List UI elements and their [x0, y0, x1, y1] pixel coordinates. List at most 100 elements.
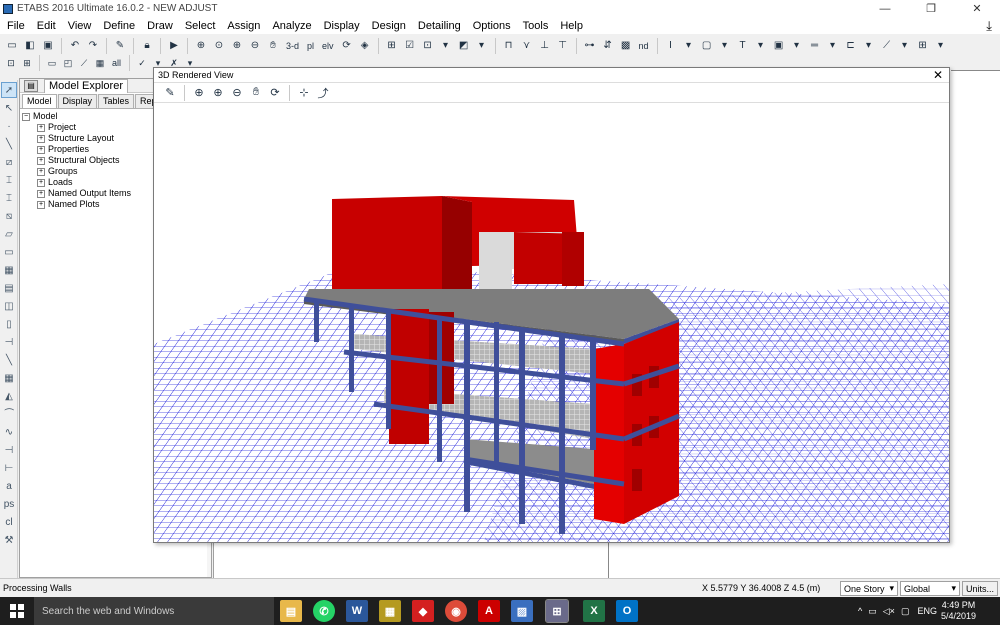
menu-display[interactable]: Display	[319, 20, 367, 32]
volume-icon[interactable]: ◁×	[883, 606, 895, 617]
get-previous-icon[interactable]: ✓	[135, 57, 149, 70]
fly-icon[interactable]: ⤴	[315, 85, 331, 101]
brace-icon[interactable]: ⋎	[519, 38, 535, 54]
select-poly-icon[interactable]: ◰	[61, 57, 75, 70]
new-model-icon[interactable]: ▭	[4, 38, 20, 54]
draw-dimension-icon[interactable]: ⏜	[1, 406, 17, 422]
menu-view[interactable]: View	[63, 20, 99, 32]
zoom-in-icon[interactable]: ⊕	[229, 38, 245, 54]
coord-system-select[interactable]: Global ▾	[900, 581, 960, 596]
pan-icon[interactable]: ✋︎	[265, 38, 281, 54]
frame-icon[interactable]: ⊓	[501, 38, 517, 54]
message-icon[interactable]: ▢	[901, 606, 910, 617]
select-previous-icon[interactable]: ps	[1, 496, 17, 512]
forces-icon[interactable]: ⇵	[600, 38, 616, 54]
check-icon[interactable]: ☑	[402, 38, 418, 54]
expand-icon[interactable]: +	[37, 200, 45, 209]
menu-draw[interactable]: Draw	[142, 20, 180, 32]
dropdown-arrow-icon[interactable]: ▾	[438, 38, 454, 54]
story-select[interactable]: One Story ▾	[840, 581, 898, 596]
windows-start-icon[interactable]	[0, 597, 34, 625]
select-pointer-icon[interactable]: ⊡	[4, 57, 18, 70]
photos-icon[interactable]: ▨	[511, 600, 533, 622]
menu-file[interactable]: File	[2, 20, 32, 32]
tab-tables[interactable]: Tables	[98, 94, 135, 108]
acrobat-icon[interactable]: A	[478, 600, 500, 622]
select-intersect-icon[interactable]: ⟋	[77, 57, 91, 70]
taskbar-search-input[interactable]: Search the web and Windows	[34, 597, 274, 625]
maximize-button[interactable]: ❐	[908, 0, 954, 17]
sketchup-icon[interactable]: ◆	[412, 600, 434, 622]
dropdown-arrow-icon[interactable]: ▾	[933, 38, 949, 54]
beam-icon[interactable]: ⊤	[555, 38, 571, 54]
draw-ramp-icon[interactable]: ▯	[1, 316, 17, 332]
menu-design[interactable]: Design	[367, 20, 413, 32]
menu-help[interactable]: Help	[555, 20, 590, 32]
joint-icon[interactable]: ·	[1, 118, 17, 134]
collapse-icon[interactable]: −	[22, 112, 30, 121]
close-button[interactable]: ✕	[954, 0, 1000, 17]
node-label[interactable]: nd	[636, 38, 652, 54]
draw-slab-icon[interactable]: ▢	[699, 38, 715, 54]
zoom-previous-icon[interactable]: ⊙	[211, 38, 227, 54]
draw-wall-icon[interactable]: T	[735, 38, 751, 54]
draw-design-strip-icon[interactable]: ⊢	[1, 460, 17, 476]
whatsapp-icon[interactable]: ✆	[313, 600, 335, 622]
expand-icon[interactable]: +	[37, 189, 45, 198]
draw-section-icon[interactable]: ⊏	[843, 38, 859, 54]
quick-brace-icon[interactable]: ⧅	[1, 208, 17, 224]
pencil-icon[interactable]: ✎	[162, 85, 178, 101]
redo-icon[interactable]: ↷	[85, 38, 101, 54]
elevation-view-button[interactable]: elv	[319, 38, 337, 54]
chrome-icon[interactable]: ◉	[445, 600, 467, 622]
etabs-taskbar-icon[interactable]: ⊞	[545, 599, 569, 623]
select-plan-icon[interactable]: ▦	[93, 57, 107, 70]
rotate-icon[interactable]: ⟳	[339, 38, 355, 54]
lock-icon[interactable]: 🔒︎	[139, 38, 155, 54]
tab-model[interactable]: Model	[22, 94, 57, 108]
quick-area-icon[interactable]: ▦	[1, 262, 17, 278]
dropdown-arrow-icon[interactable]: ▾	[789, 38, 805, 54]
draw-section-cut-icon[interactable]: ⊣	[1, 442, 17, 458]
draw-grid-icon[interactable]: ▦	[1, 370, 17, 386]
expand-icon[interactable]: +	[37, 167, 45, 176]
quick-line-icon[interactable]: ⧄	[1, 154, 17, 170]
draw-beam-icon[interactable]: I	[663, 38, 679, 54]
draw-column-icon[interactable]: ⌶	[1, 172, 17, 188]
draw-strip-icon[interactable]: ◭	[1, 388, 17, 404]
object-shrink-icon[interactable]: ⊡	[420, 38, 436, 54]
select-all-icon[interactable]: a	[1, 478, 17, 494]
draw-opening-icon[interactable]: ▣	[771, 38, 787, 54]
undo-icon[interactable]: ↶	[67, 38, 83, 54]
3d-rendered-view-window[interactable]: 3D Rendered View ✕ ✎ ⊕ ⊕ ⊖ ✋︎ ⟳ ⊹ ⤴	[153, 67, 950, 543]
draw-rect-area-icon[interactable]: ▭	[1, 244, 17, 260]
rotate-icon[interactable]: ⟳	[267, 85, 283, 101]
language-indicator[interactable]: ENG	[917, 606, 937, 616]
select-window-icon[interactable]: ▭	[45, 57, 59, 70]
dropdown-arrow-icon[interactable]: ▾	[861, 38, 877, 54]
menu-define[interactable]: Define	[98, 20, 142, 32]
shell-icon[interactable]: ▩	[618, 38, 634, 54]
pencil-icon[interactable]: ✎	[112, 38, 128, 54]
expand-icon[interactable]: +	[37, 123, 45, 132]
draw-link-icon[interactable]: ⊣	[1, 334, 17, 350]
save-icon[interactable]: ▣	[40, 38, 56, 54]
zoom-out-icon[interactable]: ⊖	[229, 85, 245, 101]
select-all-button[interactable]: all	[109, 57, 124, 70]
word-icon[interactable]: W	[346, 600, 368, 622]
zoom-window-icon[interactable]: ⊕	[191, 85, 207, 101]
close-icon[interactable]: ✕	[933, 68, 943, 82]
excel-icon[interactable]: X	[583, 600, 605, 622]
expand-icon[interactable]: +	[37, 134, 45, 143]
draw-reference-icon[interactable]: ⊞	[915, 38, 931, 54]
dropdown-arrow-icon[interactable]: ▾	[897, 38, 913, 54]
dropdown-arrow-icon[interactable]: ▾	[681, 38, 697, 54]
zoom-window-icon[interactable]: ⊕	[193, 38, 209, 54]
dropdown-arrow-icon[interactable]: ▾	[753, 38, 769, 54]
draw-link-icon[interactable]: ═	[807, 38, 823, 54]
draw-area-icon[interactable]: ▱	[1, 226, 17, 242]
draw-dimension-icon[interactable]: ⟋	[879, 38, 895, 54]
menu-detailing[interactable]: Detailing	[413, 20, 468, 32]
pin-icon[interactable]: ▤	[24, 79, 38, 92]
pan-icon[interactable]: ✋︎	[248, 85, 264, 101]
